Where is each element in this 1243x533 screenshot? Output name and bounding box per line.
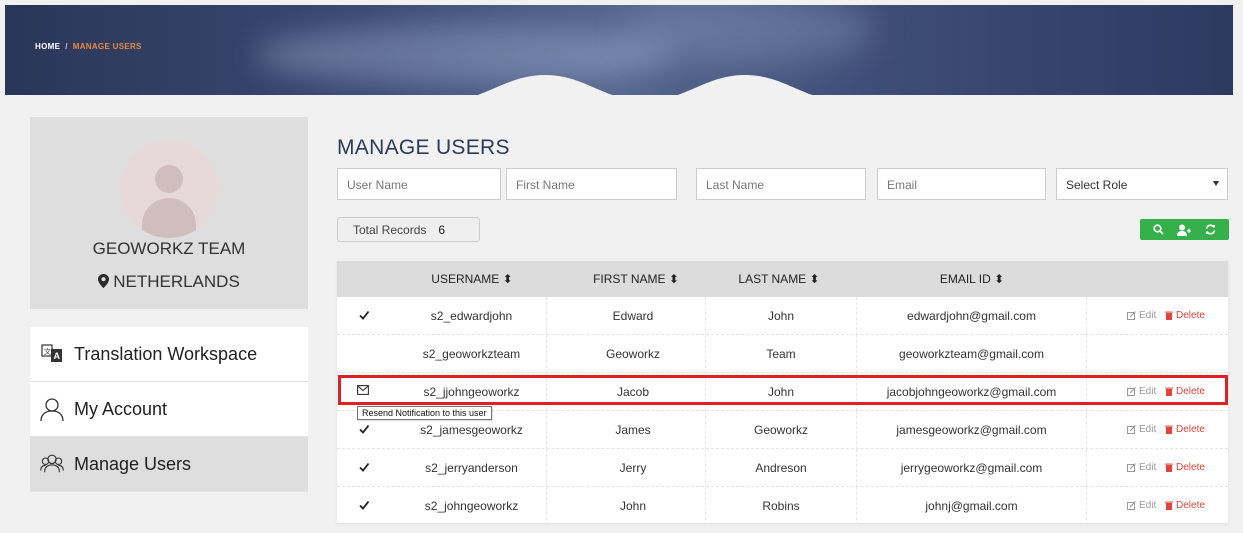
firstname-filter-input[interactable]: First Name <box>506 168 677 200</box>
last-name-cell: Team <box>706 335 857 373</box>
svg-text:A: A <box>54 351 61 361</box>
email-cell: jacobjohngeoworkz@gmail.com <box>857 373 1087 411</box>
sidebar-item-my-account[interactable]: My Account <box>30 382 308 437</box>
last-name-cell: Robins <box>706 487 857 525</box>
trash-icon <box>1165 311 1173 320</box>
first-name-cell: John <box>561 487 706 525</box>
delete-button[interactable]: Delete <box>1165 386 1205 397</box>
edit-icon <box>1127 501 1136 510</box>
check-icon <box>359 310 369 320</box>
first-name-cell: Jacob <box>561 373 706 411</box>
email-cell: jamesgeoworkz@gmail.com <box>857 411 1087 449</box>
edit-icon <box>1127 387 1136 396</box>
table-header: USERNAME ⬍ FIRST NAME ⬍ LAST NAME ⬍ EMAI… <box>337 261 1228 297</box>
last-name-cell: Geoworkz <box>706 411 857 449</box>
users-icon <box>40 452 64 476</box>
user-icon <box>40 397 64 421</box>
email-cell: johnj@gmail.com <box>857 487 1087 525</box>
last-name-cell: John <box>706 373 857 411</box>
sidebar-item-translation-workspace[interactable]: 文A Translation Workspace <box>30 327 308 382</box>
first-name-cell: Jerry <box>561 449 706 487</box>
trash-icon <box>1165 387 1173 396</box>
first-name-cell: Geoworkz <box>561 335 706 373</box>
role-select[interactable]: Select Role <box>1056 168 1228 200</box>
email-cell: jerrygeoworkz@gmail.com <box>857 449 1087 487</box>
lastname-filter-input[interactable]: Last Name <box>696 168 866 200</box>
breadcrumb: HOME / MANAGE USERS <box>35 42 142 51</box>
team-location-text: NETHERLANDS <box>113 272 240 291</box>
role-select-value: Select Role <box>1066 178 1128 192</box>
table-action-buttons <box>1140 219 1229 240</box>
translate-icon: 文A <box>40 342 64 366</box>
total-records-label: Total Records <box>353 223 427 237</box>
sidebar-item-label: Translation Workspace <box>74 343 258 364</box>
trash-icon <box>1165 425 1173 434</box>
edit-button[interactable]: Edit <box>1127 462 1156 473</box>
chevron-down-icon <box>1213 181 1219 186</box>
edit-icon <box>1127 311 1136 320</box>
search-icon[interactable] <box>1152 223 1166 237</box>
edit-button[interactable]: Edit <box>1127 310 1156 321</box>
username-filter-input[interactable]: User Name <box>337 168 501 200</box>
check-icon <box>359 462 369 472</box>
team-location: NETHERLANDS <box>30 272 308 292</box>
last-name-cell: John <box>706 297 857 335</box>
page-title: MANAGE USERS <box>337 136 510 159</box>
username-cell: s2_jerryanderson <box>397 449 547 487</box>
header-banner: HOME / MANAGE USERS <box>5 5 1233 95</box>
tooltip: Resend Notification to this user <box>357 406 492 420</box>
total-records-badge: Total Records 6 <box>337 217 480 242</box>
last-name-cell: Andreson <box>706 449 857 487</box>
sidebar-item-label: Manage Users <box>74 453 192 474</box>
column-header-email[interactable]: EMAIL ID ⬍ <box>892 272 1052 286</box>
email-cell: edwardjohn@gmail.com <box>857 297 1087 335</box>
sidebar-item-label: My Account <box>74 398 168 419</box>
breadcrumb-separator: / <box>65 42 68 51</box>
sidebar-item-manage-users[interactable]: Manage Users <box>30 437 308 492</box>
delete-button[interactable]: Delete <box>1165 462 1205 473</box>
table-row: s2_johngeoworkz John Robins johnj@gmail.… <box>337 487 1228 525</box>
column-header-last-name[interactable]: LAST NAME ⬍ <box>704 272 854 286</box>
refresh-icon[interactable] <box>1203 223 1217 237</box>
username-cell: s2_edwardjohn <box>397 297 547 335</box>
profile-card: GEOWORKZ TEAM NETHERLANDS <box>30 117 308 309</box>
team-name: GEOWORKZ TEAM <box>92 239 246 258</box>
table-row: s2_edwardjohn Edward John edwardjohn@gma… <box>337 297 1228 335</box>
first-name-cell: James <box>561 411 706 449</box>
delete-button[interactable]: Delete <box>1165 310 1205 321</box>
column-header-username[interactable]: USERNAME ⬍ <box>397 272 547 286</box>
email-filter-input[interactable]: Email <box>877 168 1046 200</box>
first-name-cell: Edward <box>561 297 706 335</box>
trash-icon <box>1165 501 1173 510</box>
delete-button[interactable]: Delete <box>1165 424 1205 435</box>
envelope-icon[interactable] <box>357 385 369 395</box>
edit-button[interactable]: Edit <box>1127 386 1156 397</box>
username-cell: s2_johngeoworkz <box>397 487 547 525</box>
breadcrumb-home[interactable]: HOME <box>35 42 60 51</box>
table-row: s2_jerryanderson Jerry Andreson jerrygeo… <box>337 449 1228 487</box>
add-user-icon[interactable] <box>1177 223 1192 237</box>
email-cell: geoworkzteam@gmail.com <box>857 335 1087 373</box>
trash-icon <box>1165 463 1173 472</box>
check-icon <box>359 500 369 510</box>
breadcrumb-current: MANAGE USERS <box>72 42 142 51</box>
table-row: s2_geoworkzteam Geoworkz Team geoworkzte… <box>337 335 1228 373</box>
sidebar-menu: 文A Translation Workspace My Account Mana… <box>30 327 308 492</box>
avatar <box>120 140 218 238</box>
check-icon <box>359 424 369 434</box>
edit-icon <box>1127 463 1136 472</box>
map-pin-icon <box>98 274 110 288</box>
edit-button[interactable]: Edit <box>1127 500 1156 511</box>
username-cell: s2_geoworkzteam <box>397 335 547 373</box>
column-header-first-name[interactable]: FIRST NAME ⬍ <box>561 272 711 286</box>
delete-button[interactable]: Delete <box>1165 500 1205 511</box>
edit-icon <box>1127 425 1136 434</box>
total-records-count: 6 <box>438 223 446 237</box>
svg-text:文: 文 <box>44 347 51 356</box>
banner-wave <box>477 75 813 95</box>
users-table: USERNAME ⬍ FIRST NAME ⬍ LAST NAME ⬍ EMAI… <box>337 261 1228 525</box>
edit-button[interactable]: Edit <box>1127 424 1156 435</box>
